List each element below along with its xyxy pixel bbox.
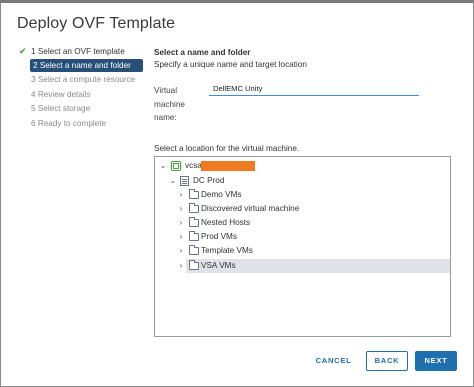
vcenter-icon <box>171 161 181 171</box>
folder-icon <box>189 189 199 199</box>
chevron-right-icon[interactable]: › <box>177 259 185 273</box>
tree-node-folder[interactable]: › Prod VMs <box>155 230 450 244</box>
step-label: 4 Review details <box>31 89 91 99</box>
step-4: 4 Review details <box>19 88 147 103</box>
location-tree[interactable]: ⌄ vcsa. ⌄ DC Prod › Demo VMs › Discovere… <box>154 156 451 337</box>
tree-node-datacenter[interactable]: ⌄ DC Prod <box>155 174 450 188</box>
chevron-right-icon[interactable]: › <box>177 202 185 216</box>
step-label: 6 Ready to complete <box>31 118 107 128</box>
tree-node-label: Demo VMs <box>201 190 242 199</box>
tree-node-label: Prod VMs <box>201 232 237 241</box>
step-1[interactable]: ✔ 1 Select an OVF template <box>19 44 147 59</box>
chevron-down-icon[interactable]: ⌄ <box>159 159 167 173</box>
tree-node-label: Discovered virtual machine <box>201 204 300 213</box>
tree-node-label: Template VMs <box>201 246 253 255</box>
folder-icon <box>189 217 199 227</box>
step-label: 3 Select a compute resource <box>31 75 136 84</box>
location-label: Select a location for the virtual machin… <box>154 144 300 153</box>
deploy-ovf-dialog: Deploy OVF Template ✔ 1 Select an OVF tem… <box>0 0 474 387</box>
tree-node-label: DC Prod <box>193 176 225 185</box>
chevron-down-icon[interactable]: ⌄ <box>169 174 177 188</box>
step-5: 5 Select storage <box>19 102 147 117</box>
tree-node-vcenter[interactable]: ⌄ vcsa. <box>155 159 450 173</box>
redaction-bar <box>201 161 255 171</box>
panel-subtitle: Specify a unique name and target locatio… <box>154 60 307 69</box>
tree-node-folder[interactable]: › Template VMs <box>155 244 450 258</box>
folder-icon <box>189 245 199 255</box>
cancel-button[interactable]: CANCEL <box>306 351 361 371</box>
dialog-title: Deploy OVF Template <box>17 15 176 32</box>
step-2[interactable]: 2 Select a name and folder <box>19 58 147 74</box>
tree-node-label: Nested Hosts <box>201 218 251 227</box>
folder-icon <box>189 203 199 213</box>
step-3: 3 Select a compute resource <box>19 73 147 88</box>
tree-node-folder[interactable]: › Nested Hosts <box>155 216 450 230</box>
back-button[interactable]: BACK <box>366 351 408 371</box>
vm-name-input[interactable] <box>209 81 419 96</box>
wizard-steps: ✔ 1 Select an OVF template 2 Select a nam… <box>19 44 147 131</box>
step-6: 6 Ready to complete <box>19 117 147 132</box>
folder-icon <box>189 231 199 241</box>
folder-icon <box>189 260 199 270</box>
chevron-right-icon[interactable]: › <box>177 216 185 230</box>
step-label: 1 Select an OVF template <box>31 47 125 56</box>
chevron-right-icon[interactable]: › <box>177 188 185 202</box>
check-icon: ✔ <box>19 46 27 56</box>
vm-name-label: Virtual machine name: <box>154 86 185 122</box>
step-label: 2 Select a name and folder <box>30 58 143 72</box>
tree-node-folder[interactable]: › Discovered virtual machine <box>155 202 450 216</box>
step-label: 5 Select storage <box>31 104 91 113</box>
tree-node-label: VSA VMs <box>201 261 236 270</box>
next-button[interactable]: NEXT <box>415 351 457 371</box>
chevron-right-icon[interactable]: › <box>177 244 185 258</box>
tree-node-folder-selected[interactable]: › VSA VMs <box>180 259 450 273</box>
chevron-right-icon[interactable]: › <box>177 230 185 244</box>
panel-title: Select a name and folder <box>154 48 251 57</box>
tree-node-folder[interactable]: › Demo VMs <box>155 188 450 202</box>
datacenter-icon <box>180 176 189 186</box>
